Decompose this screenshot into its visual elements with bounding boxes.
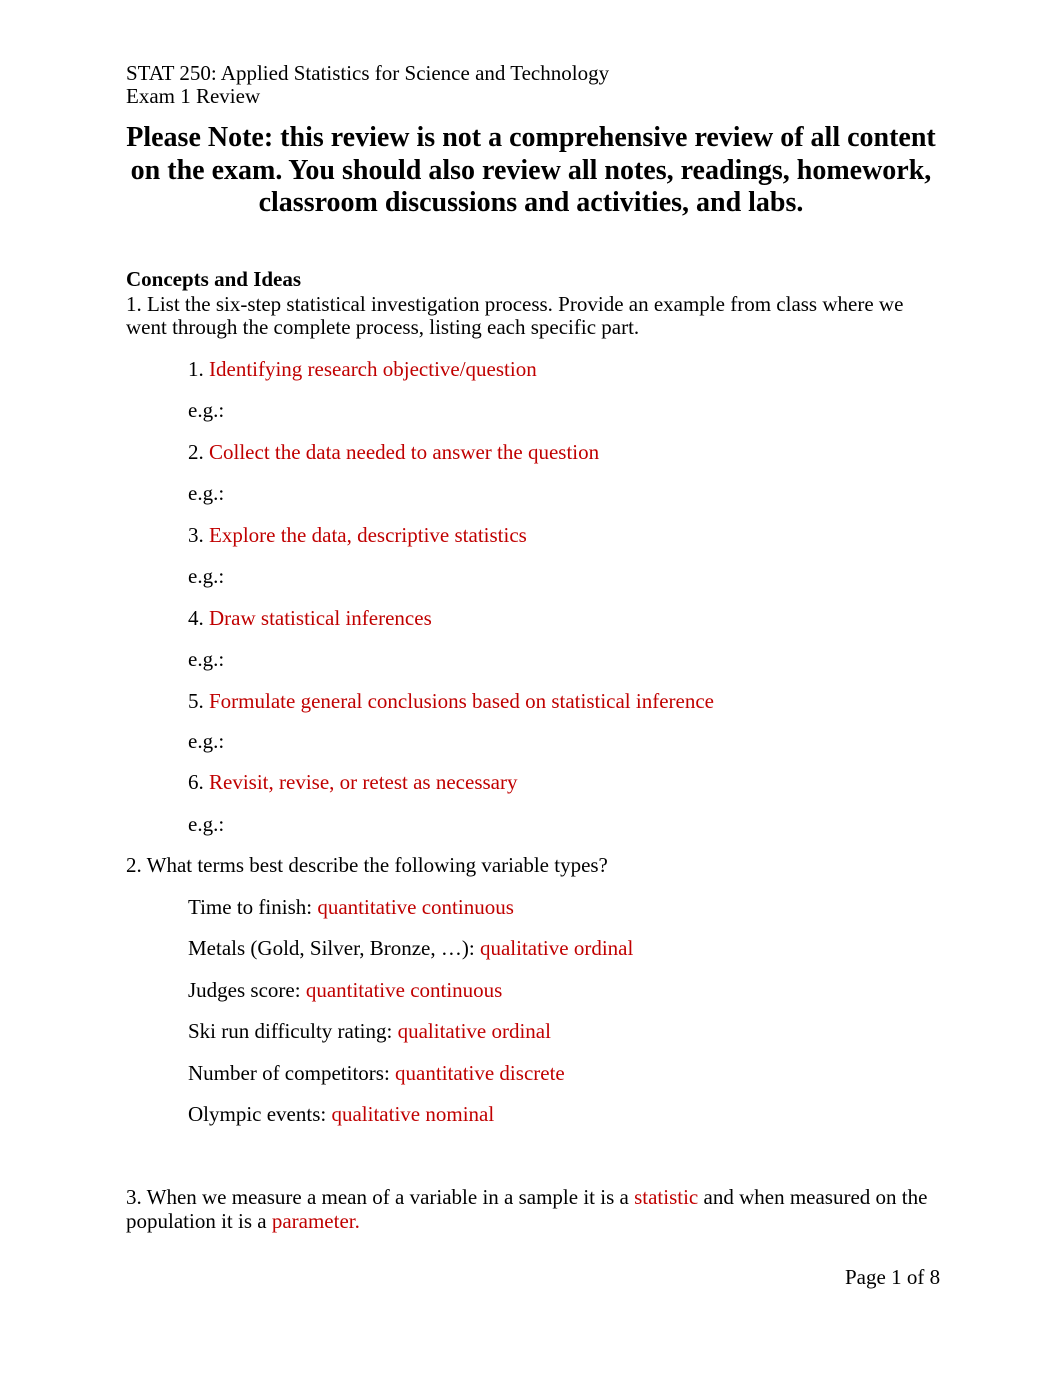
step-3: 3. Explore the data, descriptive statist… <box>188 523 527 547</box>
variable-answer: qualitative ordinal <box>479 936 634 960</box>
step-1-example: e.g.: <box>188 398 225 422</box>
variable-item: Ski run difficulty rating: qualitative o… <box>188 1019 551 1043</box>
step-6-example: e.g.: <box>188 812 225 836</box>
step-5-answer: Formulate general conclusions based on s… <box>209 689 714 713</box>
note-line-1: Please Note: this review is not a compre… <box>126 122 936 153</box>
step-3-answer: Explore the data, descriptive statistics <box>209 523 527 547</box>
question-1-line-2: went through the complete process, listi… <box>126 315 640 339</box>
variable-item: Metals (Gold, Silver, Bronze, …): qualit… <box>188 936 634 960</box>
document-subtitle: Exam 1 Review <box>126 84 261 108</box>
note-line-3: classroom discussions and activities, an… <box>258 187 804 218</box>
course-title: STAT 250: Applied Statistics for Science… <box>126 61 610 85</box>
question-1-line-1: 1. List the six-step statistical investi… <box>126 292 904 316</box>
parameter-answer: parameter. <box>271 1209 360 1233</box>
step-5: 5. Formulate general conclusions based o… <box>188 689 714 713</box>
variable-item: Number of competitors: quantitative disc… <box>188 1061 565 1085</box>
variable-item: Judges score: quantitative continuous <box>188 978 503 1002</box>
section-heading: Concepts and Ideas <box>126 267 302 291</box>
variable-answer: quantitative discrete <box>395 1061 565 1085</box>
step-1: 1. Identifying research objective/questi… <box>188 357 537 381</box>
variable-answer: quantitative continuous <box>317 895 514 919</box>
variable-answer: qualitative ordinal <box>397 1019 551 1043</box>
step-2-example: e.g.: <box>188 481 225 505</box>
step-6-answer: Revisit, revise, or retest as necessary <box>209 770 518 794</box>
question-3-line-2: population it is a parameter. <box>126 1209 360 1233</box>
page-number: Page 1 of 8 <box>845 1265 941 1289</box>
step-2-answer: Collect the data needed to answer the qu… <box>209 440 600 464</box>
variable-answer: quantitative continuous <box>305 978 503 1002</box>
question-2: 2. What terms best describe the followin… <box>126 853 608 877</box>
variable-item: Olympic events: qualitative nominal <box>188 1102 495 1126</box>
variable-item: Time to finish: quantitative continuous <box>188 895 514 919</box>
question-3-line-1: 3. When we measure a mean of a variable … <box>126 1185 928 1209</box>
please-note-banner: Please Note: this review is not a compre… <box>126 122 936 220</box>
step-4-example: e.g.: <box>188 647 225 671</box>
step-5-example: e.g.: <box>188 729 225 753</box>
step-2: 2. Collect the data needed to answer the… <box>188 440 600 464</box>
note-line-2: on the exam. You should also review all … <box>130 154 932 186</box>
statistic-answer: statistic <box>634 1185 699 1209</box>
step-6: 6. Revisit, revise, or retest as necessa… <box>188 770 518 794</box>
step-4-answer: Draw statistical inferences <box>209 606 432 630</box>
variable-answer: qualitative nominal <box>331 1102 495 1126</box>
step-4: 4. Draw statistical inferences <box>188 606 432 630</box>
step-3-example: e.g.: <box>188 564 225 588</box>
step-1-answer: Identifying research objective/question <box>209 357 537 381</box>
